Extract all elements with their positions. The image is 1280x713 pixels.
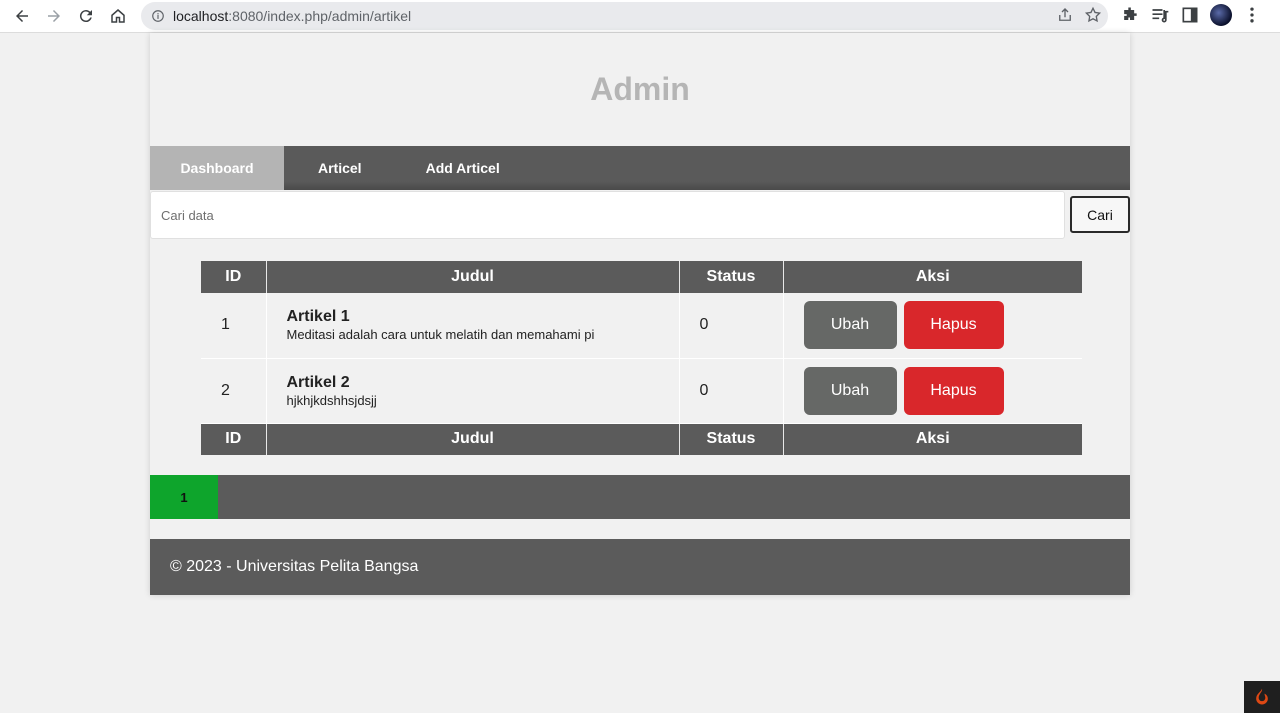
cell-id: 2	[201, 358, 267, 424]
info-icon[interactable]	[151, 9, 165, 23]
article-excerpt: Meditasi adalah cara untuk melatih dan m…	[286, 327, 595, 343]
home-icon	[111, 9, 125, 23]
edit-button[interactable]: Ubah	[803, 366, 897, 415]
forward-button[interactable]	[38, 1, 70, 31]
share-icon[interactable]	[1056, 6, 1074, 24]
search-input[interactable]	[150, 191, 1065, 239]
column-header-id: ID	[201, 261, 267, 293]
page-title: Admin	[590, 71, 690, 107]
pagination: 1	[150, 475, 1130, 519]
debug-toolbar-toggle[interactable]	[1244, 681, 1280, 713]
cell-judul: Artikel 1 Meditasi adalah cara untuk mel…	[266, 293, 680, 359]
column-header-aksi: Aksi	[783, 261, 1082, 293]
column-footer-judul: Judul	[266, 423, 680, 455]
column-footer-status: Status	[679, 423, 784, 455]
url-text: localhost:8080/index.php/admin/artikel	[173, 8, 411, 24]
article-title: Artikel 2	[286, 373, 350, 391]
side-panel-icon[interactable]	[1180, 5, 1200, 25]
page-link-current[interactable]: 1	[150, 475, 218, 519]
page-footer: © 2023 - Universitas Pelita Bangsa	[150, 539, 1130, 595]
menu-kebab-icon[interactable]	[1242, 5, 1262, 25]
cell-aksi: Ubah Hapus	[783, 358, 1082, 424]
article-excerpt: hjkhjkdshhsjdsjj	[286, 392, 377, 408]
arrow-right-icon	[48, 10, 60, 22]
table-row: 2 Artikel 2 hjkhjkdshhsjdsjj 0 Ubah Hapus	[201, 358, 1082, 424]
home-button[interactable]	[102, 1, 134, 31]
search-form: Cari	[150, 190, 1130, 241]
article-title: Artikel 1	[286, 308, 350, 326]
column-footer-id: ID	[201, 423, 267, 455]
column-header-judul: Judul	[266, 261, 680, 293]
extensions-icon[interactable]	[1120, 5, 1140, 25]
edit-button[interactable]: Ubah	[803, 301, 897, 350]
flame-icon	[1256, 688, 1268, 705]
articles-table: ID Judul Status Aksi 1 Artikel 1 Meditas…	[201, 261, 1082, 455]
footer-copyright: © 2023 - Universitas Pelita Bangsa	[170, 558, 419, 575]
address-bar[interactable]: localhost:8080/index.php/admin/artikel	[141, 2, 1108, 30]
main-nav: Dashboard Articel Add Articel	[150, 146, 1130, 190]
cell-aksi: Ubah Hapus	[783, 293, 1082, 359]
reload-button[interactable]	[70, 1, 102, 31]
reload-icon	[79, 10, 92, 23]
page-header: Admin	[150, 33, 1130, 146]
page-container: Admin Dashboard Articel Add Articel Cari…	[150, 33, 1130, 595]
delete-button[interactable]: Hapus	[903, 366, 1004, 415]
url-path: :8080/index.php/admin/artikel	[228, 8, 412, 24]
search-button[interactable]: Cari	[1070, 196, 1130, 233]
column-footer-aksi: Aksi	[783, 423, 1082, 455]
profile-avatar[interactable]	[1210, 4, 1232, 26]
media-controls-icon[interactable]	[1150, 5, 1170, 25]
arrow-left-icon	[16, 10, 28, 22]
nav-item-dashboard[interactable]: Dashboard	[150, 146, 284, 190]
column-header-status: Status	[679, 261, 784, 293]
cell-status: 0	[679, 293, 784, 359]
cell-status: 0	[679, 358, 784, 424]
url-host: localhost	[173, 8, 229, 24]
delete-button[interactable]: Hapus	[903, 301, 1004, 350]
browser-toolbar: localhost:8080/index.php/admin/artikel	[0, 0, 1280, 33]
nav-item-articel[interactable]: Articel	[284, 146, 362, 190]
cell-judul: Artikel 2 hjkhjkdshhsjdsjj	[266, 358, 680, 424]
table-header-row: ID Judul Status Aksi	[201, 261, 1082, 293]
cell-id: 1	[201, 293, 267, 359]
back-button[interactable]	[6, 1, 38, 31]
table-row: 1 Artikel 1 Meditasi adalah cara untuk m…	[201, 293, 1082, 359]
nav-item-add-articel[interactable]: Add Articel	[362, 146, 500, 190]
table-footer-row: ID Judul Status Aksi	[201, 423, 1082, 455]
star-icon[interactable]	[1084, 6, 1102, 24]
